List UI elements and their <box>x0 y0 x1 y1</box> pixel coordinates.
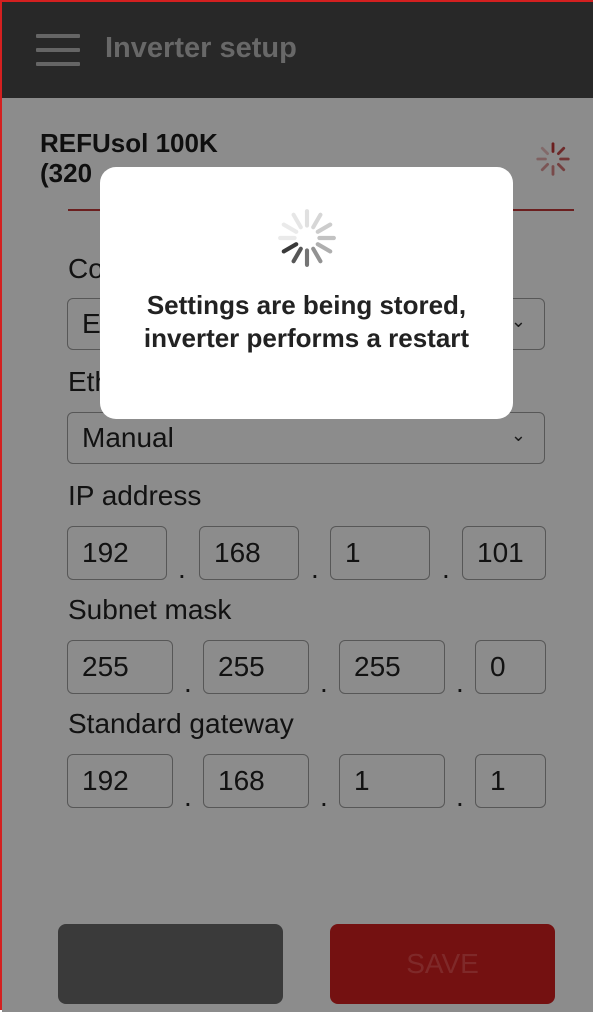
loading-spinner-icon <box>278 209 336 267</box>
modal-backdrop <box>2 2 593 1012</box>
app-screen: Inverter setup REFUsol 100K (320 Co E ⌄ … <box>0 0 593 1012</box>
progress-dialog: Settings are being stored, inverter perf… <box>100 167 513 419</box>
dialog-message: Settings are being stored, inverter perf… <box>143 290 470 353</box>
